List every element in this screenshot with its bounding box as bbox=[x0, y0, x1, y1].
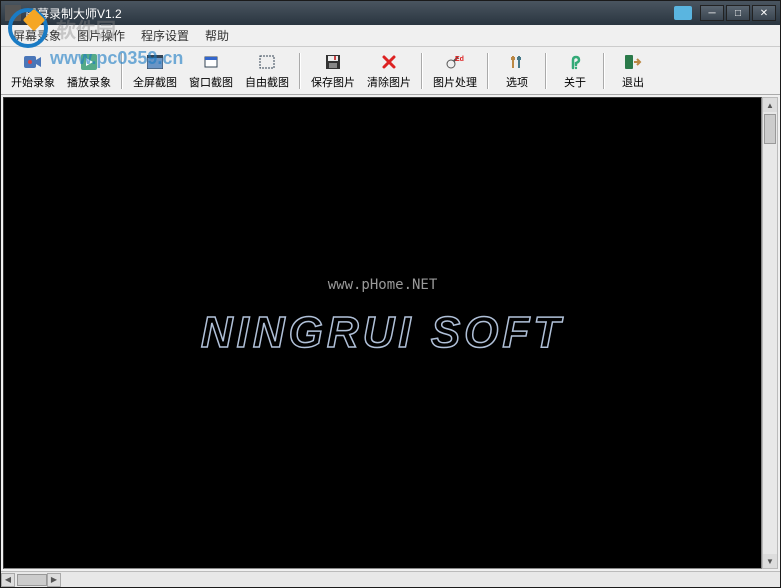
play-icon bbox=[79, 52, 99, 72]
content-area: www.pHome.NET NINGRUI SOFT ▲ ▼ bbox=[1, 95, 780, 571]
scroll-thumb[interactable] bbox=[764, 114, 776, 144]
save-image-button[interactable]: 保存图片 bbox=[305, 50, 361, 92]
system-tray-icon[interactable] bbox=[674, 6, 692, 20]
minimize-button[interactable]: ─ bbox=[700, 5, 724, 21]
toolbar-separator bbox=[299, 53, 301, 89]
about-icon bbox=[565, 52, 585, 72]
splash-brand: NINGRUI SOFT bbox=[201, 308, 564, 358]
toolbar: 开始录象 播放录象 全屏截图 窗口截图 自由截图 bbox=[1, 47, 780, 95]
options-icon bbox=[507, 52, 527, 72]
svg-text:Edit: Edit bbox=[455, 56, 464, 63]
options-button[interactable]: 选项 bbox=[493, 50, 541, 92]
image-edit-button[interactable]: Edit 图片处理 bbox=[427, 50, 483, 92]
clear-icon bbox=[379, 52, 399, 72]
splash-url: www.pHome.NET bbox=[328, 277, 438, 293]
edit-icon: Edit bbox=[445, 52, 465, 72]
window-title: 屏幕录制大师V1.2 bbox=[25, 5, 674, 22]
app-icon bbox=[5, 5, 21, 21]
vertical-scrollbar[interactable]: ▲ ▼ bbox=[762, 97, 778, 569]
fullscreen-icon bbox=[145, 52, 165, 72]
maximize-button[interactable]: □ bbox=[726, 5, 750, 21]
preview-canvas: www.pHome.NET NINGRUI SOFT bbox=[3, 97, 762, 569]
free-capture-button[interactable]: 自由截图 bbox=[239, 50, 295, 92]
scroll-up-arrow[interactable]: ▲ bbox=[763, 98, 777, 112]
free-select-icon bbox=[257, 52, 277, 72]
scroll-thumb[interactable] bbox=[17, 574, 47, 586]
menu-record[interactable]: 屏幕录象 bbox=[5, 25, 69, 46]
scroll-down-arrow[interactable]: ▼ bbox=[763, 554, 777, 568]
record-icon bbox=[23, 52, 43, 72]
start-record-button[interactable]: 开始录象 bbox=[5, 50, 61, 92]
scroll-left-arrow[interactable]: ◀ bbox=[1, 573, 15, 587]
toolbar-separator bbox=[421, 53, 423, 89]
toolbar-separator bbox=[487, 53, 489, 89]
clear-image-button[interactable]: 清除图片 bbox=[361, 50, 417, 92]
menu-bar: 屏幕录象 图片操作 程序设置 帮助 bbox=[1, 25, 780, 47]
fullscreen-capture-button[interactable]: 全屏截图 bbox=[127, 50, 183, 92]
about-button[interactable]: 关于 bbox=[551, 50, 599, 92]
close-button[interactable]: ✕ bbox=[752, 5, 776, 21]
save-icon bbox=[323, 52, 343, 72]
app-window: 屏幕录制大师V1.2 ─ □ ✕ 屏幕录象 图片操作 程序设置 帮助 开始录象 … bbox=[0, 0, 781, 588]
window-icon bbox=[201, 52, 221, 72]
exit-button[interactable]: 退出 bbox=[609, 50, 657, 92]
toolbar-separator bbox=[121, 53, 123, 89]
toolbar-separator bbox=[603, 53, 605, 89]
exit-icon bbox=[623, 52, 643, 72]
title-bar[interactable]: 屏幕录制大师V1.2 ─ □ ✕ bbox=[1, 1, 780, 25]
toolbar-separator bbox=[545, 53, 547, 89]
scroll-right-arrow[interactable]: ▶ bbox=[47, 573, 61, 587]
play-record-button[interactable]: 播放录象 bbox=[61, 50, 117, 92]
horizontal-scrollbar[interactable]: ◀ ▶ bbox=[1, 571, 780, 587]
menu-image[interactable]: 图片操作 bbox=[69, 25, 133, 46]
menu-help[interactable]: 帮助 bbox=[197, 25, 237, 46]
window-capture-button[interactable]: 窗口截图 bbox=[183, 50, 239, 92]
menu-settings[interactable]: 程序设置 bbox=[133, 25, 197, 46]
